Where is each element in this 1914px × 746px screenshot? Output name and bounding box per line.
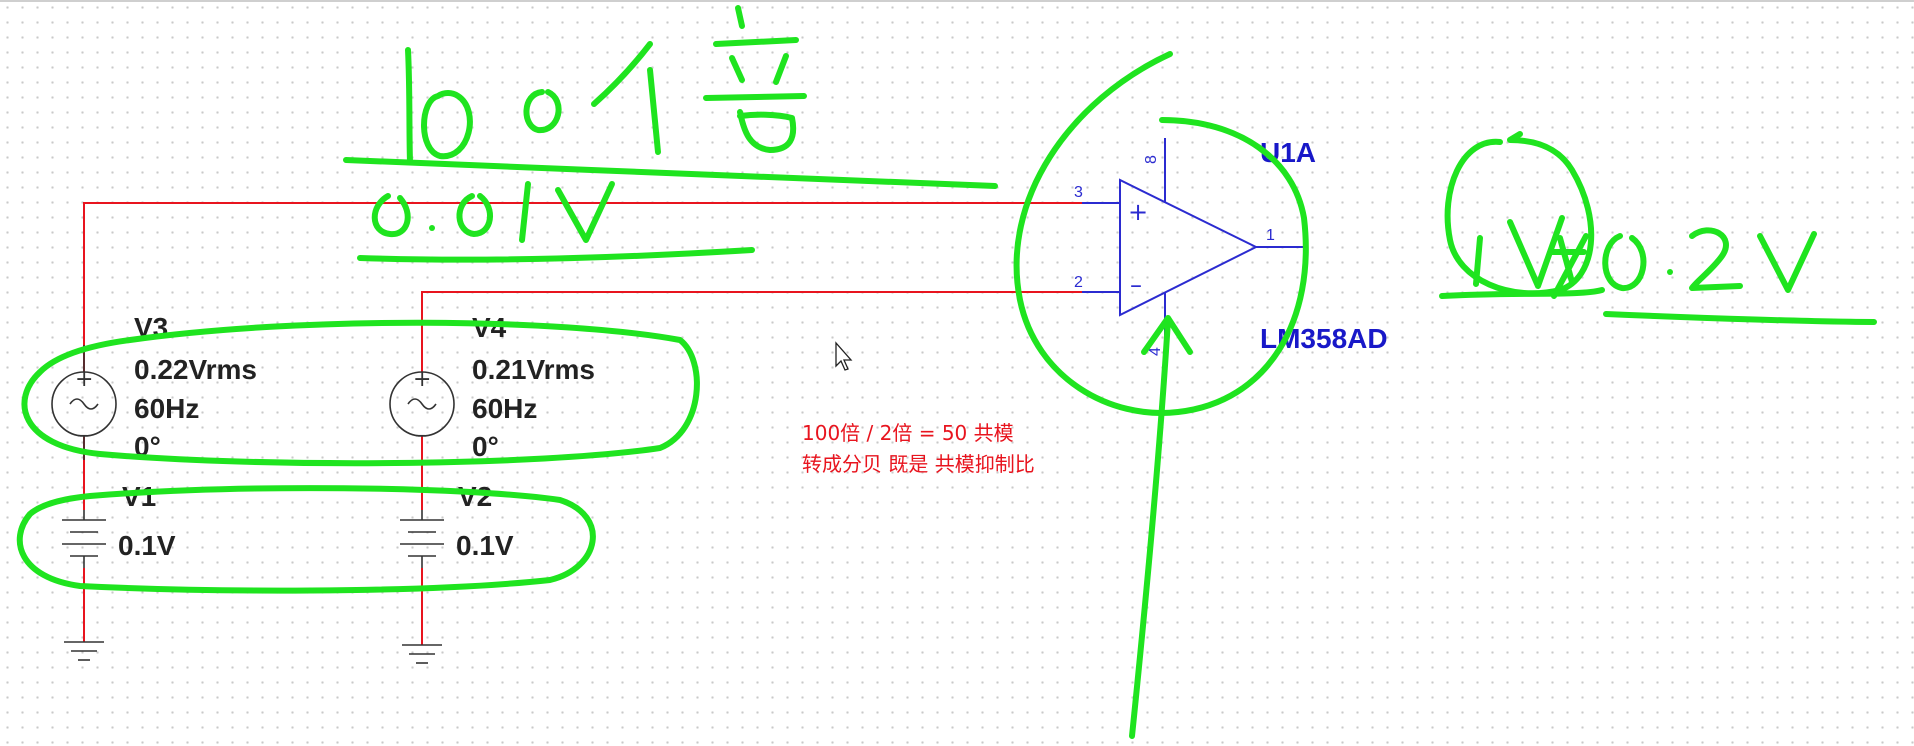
v1-refdes: V1 <box>122 481 156 512</box>
pin-2-label: 2 <box>1074 274 1083 291</box>
ac-source-v4[interactable]: + – <box>389 367 455 448</box>
handwriting-100x-gain <box>405 5 807 165</box>
plus-sign: + <box>75 367 93 392</box>
v2-value: 0.1V <box>456 530 514 561</box>
pin-1-label: 1 <box>1266 227 1275 244</box>
dc-battery-v2[interactable] <box>400 510 444 568</box>
handwriting-underline-0-2v <box>1603 311 1877 325</box>
minus-sign: – <box>415 423 426 448</box>
handwriting-underline-bottom <box>357 247 755 263</box>
pin-8-label: 8 <box>1143 155 1160 164</box>
circle-around-opamp <box>1013 51 1309 416</box>
plus-sign: + <box>413 367 431 392</box>
v3-amplitude: 0.22Vrms <box>134 354 257 385</box>
minus-sign: – <box>77 423 88 448</box>
schematic-canvas[interactable]: + – V3 0.22Vrms 60Hz 0° + – V4 0.21Vrms … <box>0 0 1914 746</box>
opamp-minus-sign: – <box>1130 271 1142 299</box>
note-line-1: 100倍 / 2倍 = 50 共模 <box>802 421 1014 445</box>
mouse-pointer-icon <box>835 341 853 371</box>
v4-phase: 0° <box>472 431 499 462</box>
opamp-plus-sign: + <box>1128 198 1148 226</box>
v3-frequency: 60Hz <box>134 393 199 424</box>
v1-value: 0.1V <box>118 530 176 561</box>
ground-symbol-right <box>402 644 442 664</box>
wire-v3-to-pin3[interactable] <box>83 202 1118 372</box>
note-line-2: 转成分贝 既是 共模抑制比 <box>802 452 1035 476</box>
v2-refdes: V2 <box>458 481 492 512</box>
handwriting-underline-top <box>343 157 998 189</box>
v4-amplitude: 0.21Vrms <box>472 354 595 385</box>
ground-symbol-left <box>64 641 104 661</box>
pin-3-label: 3 <box>1074 184 1083 201</box>
v4-frequency: 60Hz <box>472 393 537 424</box>
handwriting-0-01v <box>371 181 615 243</box>
dc-battery-v1[interactable] <box>62 510 106 568</box>
circle-around-ac-sources <box>21 319 700 467</box>
handwriting-1v-vs-0-2v <box>1473 215 1817 299</box>
v4-refdes: V4 <box>472 312 507 343</box>
arrow-to-ground-pin <box>1129 315 1193 739</box>
cmrr-note: 100倍 / 2倍 = 50 共模 转成分贝 既是 共模抑制比 <box>802 418 1035 480</box>
